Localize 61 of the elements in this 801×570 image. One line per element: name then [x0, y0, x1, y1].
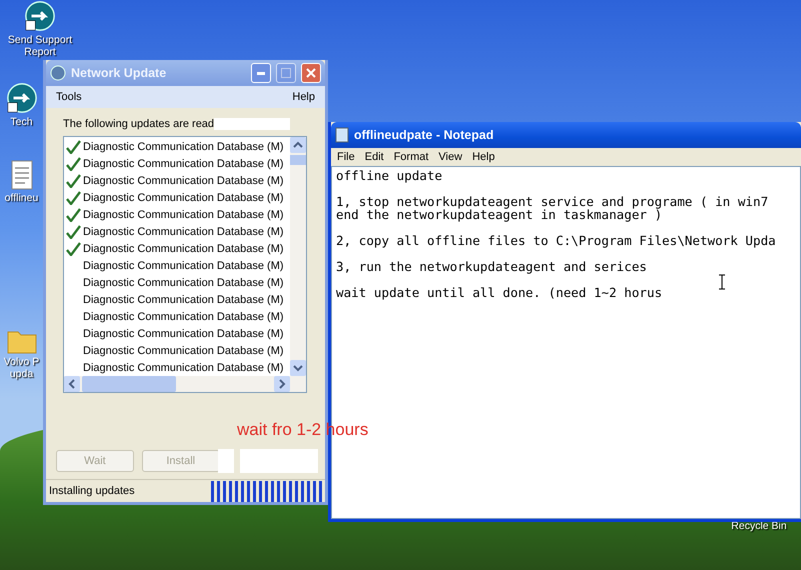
update-item[interactable]: Diagnostic Communication Database (M): [83, 260, 284, 272]
update-item[interactable]: Diagnostic Communication Database (M): [83, 226, 284, 238]
status-text: Installing updates: [49, 485, 136, 497]
text-line: 2, copy all offline files to C:\Program Files\Network Upda: [336, 234, 777, 247]
text-line: 3, run the networkupdateagent and serices: [336, 260, 648, 273]
check-icon: [66, 174, 81, 188]
update-item[interactable]: Diagnostic Communication Database (M): [83, 328, 284, 340]
desktop-icon-label[interactable]: Send Support Report: [0, 34, 80, 58]
window-title: Network Update: [71, 66, 166, 80]
menu-item[interactable]: Help: [472, 151, 495, 163]
menu-item[interactable]: Format: [394, 151, 429, 163]
shortcut-icon[interactable]: [24, 0, 56, 32]
desktop-icon-label[interactable]: Recycle Bin: [731, 520, 787, 532]
scroll-down-icon[interactable]: [290, 360, 306, 376]
scroll-right-icon[interactable]: [274, 376, 290, 392]
update-item[interactable]: Diagnostic Communication Database (M): [83, 158, 284, 170]
scroll-thumb[interactable]: [82, 376, 176, 392]
check-icon: [66, 208, 81, 222]
minimize-button[interactable]: [251, 63, 271, 83]
horizontal-scrollbar[interactable]: [64, 376, 306, 392]
menu-item[interactable]: View: [438, 151, 462, 163]
update-item[interactable]: Diagnostic Communication Database (M): [83, 310, 284, 322]
check-icon: [66, 140, 81, 154]
update-item[interactable]: Diagnostic Communication Database (M): [83, 208, 284, 220]
vertical-scrollbar[interactable]: [290, 137, 306, 376]
check-icon: [66, 224, 81, 238]
menu-item[interactable]: Tools: [56, 91, 82, 103]
check-icon: [66, 190, 81, 204]
text-line: offline update: [336, 169, 444, 182]
update-item[interactable]: Diagnostic Communication Database (M): [83, 276, 284, 288]
menu-item[interactable]: File: [337, 151, 355, 163]
update-item[interactable]: Diagnostic Communication Database (M): [83, 294, 284, 306]
scroll-thumb[interactable]: [290, 155, 306, 165]
redacted-block: [218, 449, 234, 473]
minimize-icon: [257, 72, 265, 74]
check-icon: [66, 242, 81, 256]
text-line: 1, stop networkupdateagent service and programe ( in win7: [336, 195, 770, 208]
maximize-icon: [281, 68, 291, 78]
desktop-icon-label[interactable]: Tech: [10, 116, 33, 128]
update-item[interactable]: Diagnostic Communication Database (M): [83, 344, 284, 356]
text-cursor-icon: [718, 274, 726, 290]
document-icon[interactable]: [10, 160, 32, 190]
menu-item[interactable]: Edit: [364, 151, 384, 163]
update-item[interactable]: Diagnostic Communication Database (M): [83, 192, 284, 204]
intro-text: The following updates are read: [63, 118, 214, 130]
shortcut-icon[interactable]: [6, 82, 38, 114]
close-button[interactable]: [301, 63, 321, 83]
update-item[interactable]: Diagnostic Communication Database (M): [83, 242, 284, 254]
notepad-icon: [335, 127, 349, 143]
text-line: end the networkupdateagent in taskmanager ): [336, 208, 662, 221]
scroll-up-icon[interactable]: [290, 137, 306, 153]
scroll-left-icon[interactable]: [64, 376, 80, 392]
update-item[interactable]: Diagnostic Communication Database (M): [83, 174, 284, 186]
update-item[interactable]: Diagnostic Communication Database (M): [83, 362, 284, 374]
check-icon: [66, 156, 81, 170]
window-title: offlineudpate - Notepad: [354, 128, 494, 142]
globe-icon: [50, 65, 66, 81]
update-item[interactable]: Diagnostic Communication Database (M): [83, 140, 284, 152]
text-line: wait update until all done. (need 1~2 horus: [336, 286, 664, 299]
menu-item[interactable]: Help: [292, 91, 315, 103]
close-icon: [306, 68, 316, 78]
